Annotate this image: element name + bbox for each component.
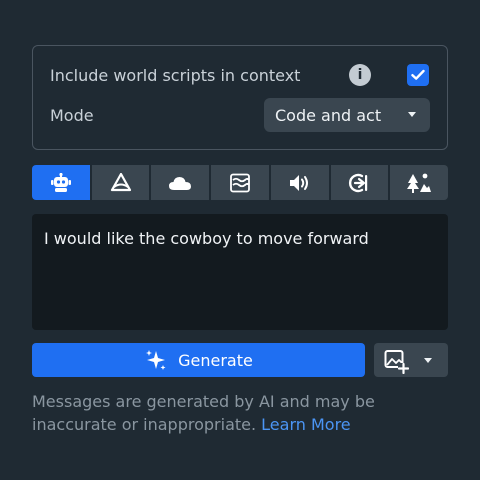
prompt-input[interactable]: I would like the cowboy to move forward [32,214,448,330]
tab-robot[interactable] [32,165,90,200]
generate-button[interactable]: Generate [32,343,365,377]
ai-disclaimer: Messages are generated by AI and may be … [32,390,442,436]
tab-sound[interactable] [270,165,329,200]
trees-icon [407,173,432,193]
tab-cone[interactable] [91,165,150,200]
tool-tabs [32,165,449,200]
speaker-icon [289,174,308,191]
include-scripts-label: Include world scripts in context [50,65,301,85]
checkmark-icon [411,69,425,80]
robot-icon [50,172,71,192]
chevron-down-icon [424,358,432,363]
circle-arrow-icon [349,173,368,192]
tab-water[interactable] [211,165,269,200]
mode-label: Mode [50,106,94,125]
tab-animation[interactable] [330,165,389,200]
tab-environment[interactable] [390,165,449,200]
mode-select[interactable]: Code and act [264,98,430,132]
info-icon[interactable]: i [349,64,371,86]
learn-more-link[interactable]: Learn More [261,415,350,434]
add-image-icon [383,348,410,378]
tab-cloud[interactable] [151,165,210,200]
settings-panel: Include world scripts in context i Mode … [32,45,448,150]
include-scripts-checkbox[interactable] [407,64,429,86]
chevron-down-icon [408,112,416,117]
generate-button-label: Generate [178,350,253,370]
water-waves-icon [230,173,250,192]
mode-select-value: Code and act [275,105,382,125]
add-image-button[interactable] [374,343,448,377]
include-scripts-row: Include world scripts in context i [50,64,429,86]
cloud-icon [169,176,192,190]
cone-icon [110,172,131,191]
sparkle-icon [144,348,168,372]
